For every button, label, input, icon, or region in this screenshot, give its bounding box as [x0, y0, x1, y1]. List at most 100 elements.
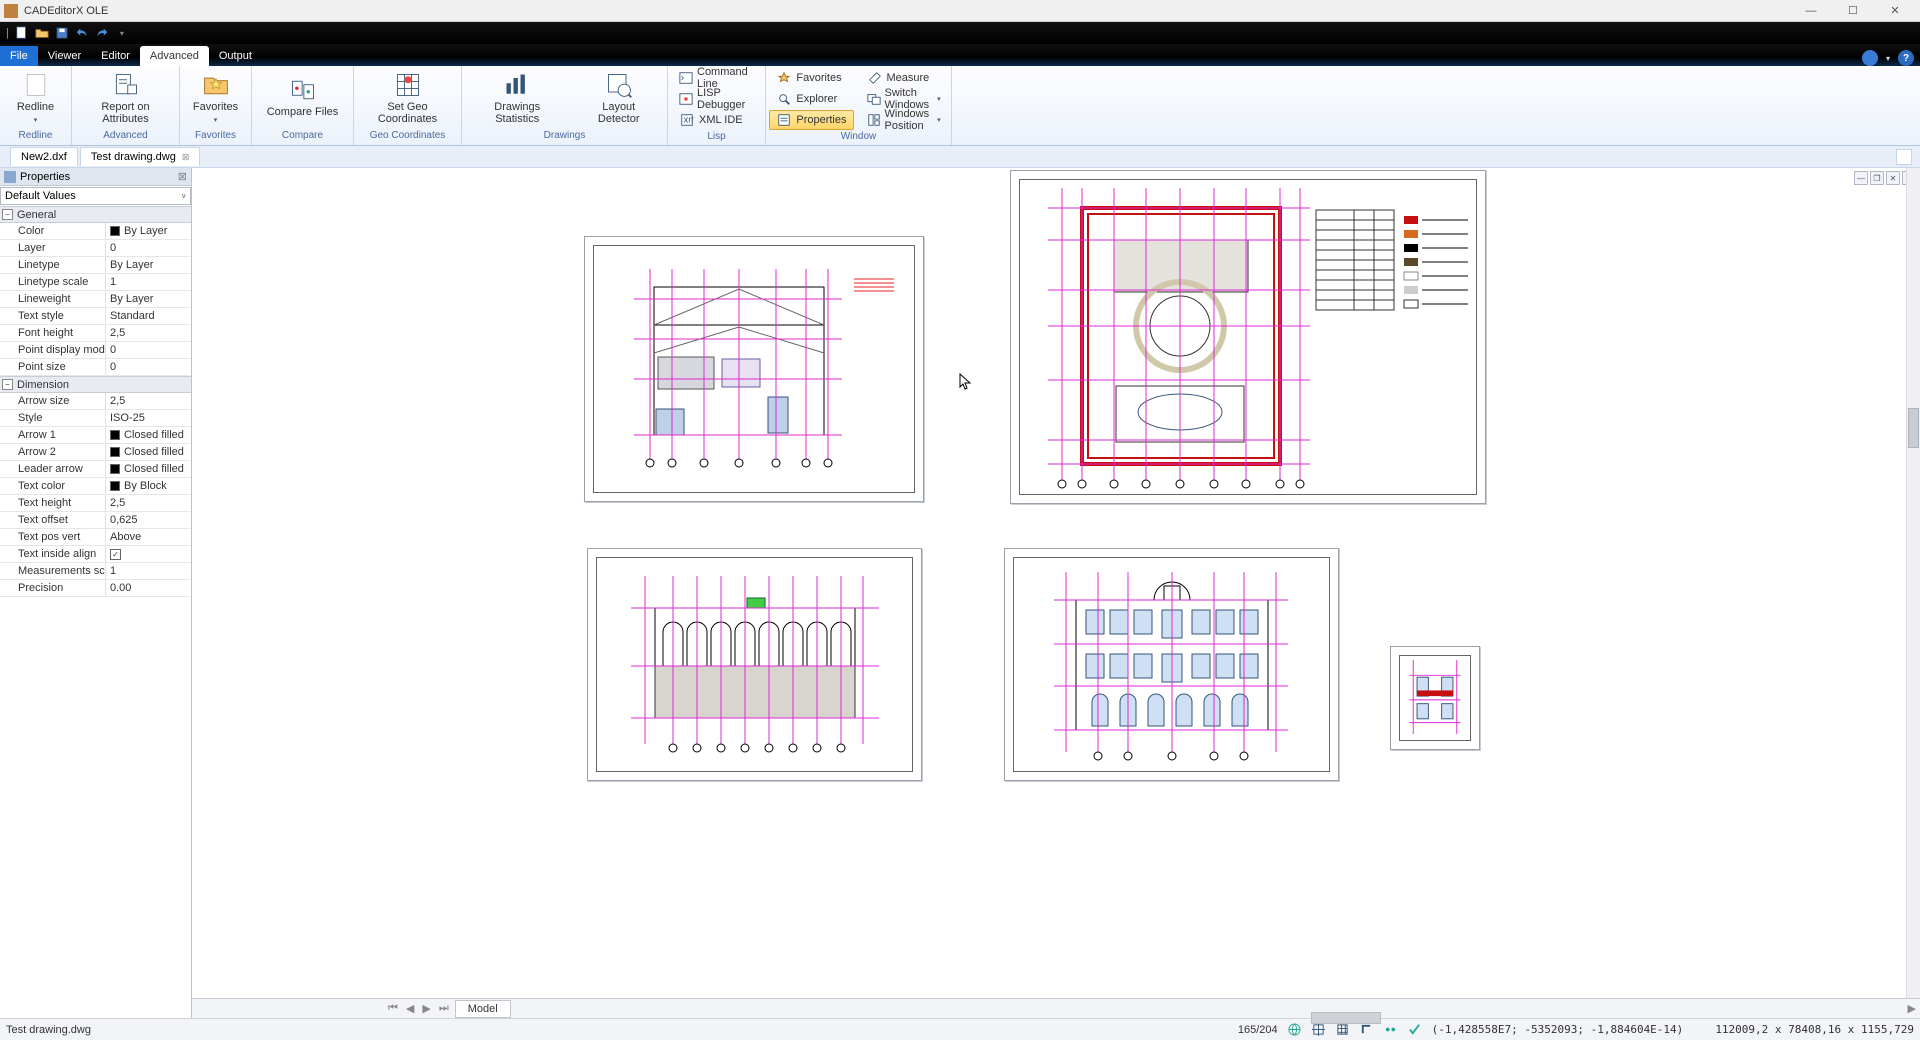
compare-files-button[interactable]: Compare Files [258, 73, 348, 121]
vp-minimize-icon[interactable]: — [1854, 171, 1868, 185]
open-button[interactable] [33, 24, 51, 42]
globe-icon[interactable] [1288, 1023, 1302, 1037]
property-row[interactable]: Text inside align✓ [0, 546, 191, 563]
property-value[interactable]: 2,5 [106, 393, 191, 409]
report-attributes-button[interactable]: Report on Attributes [76, 68, 175, 128]
vertical-scrollbar[interactable] [1906, 168, 1920, 998]
save-button[interactable] [53, 24, 71, 42]
property-value[interactable]: By Layer [106, 257, 191, 273]
scrollbar-thumb[interactable] [1311, 1012, 1381, 1024]
minimize-button[interactable]: — [1790, 1, 1832, 21]
tab-nav-first[interactable]: ⏮ [384, 1000, 402, 1017]
theme-button[interactable] [1862, 50, 1878, 66]
property-value[interactable]: 2,5 [106, 325, 191, 341]
vp-restore-icon[interactable]: ❐ [1870, 171, 1884, 185]
command-line-button[interactable]: Command Line [672, 68, 761, 88]
property-value[interactable]: 2,5 [106, 495, 191, 511]
xml-ide-button[interactable]: xmlXML IDE [672, 110, 761, 130]
tab-nav-right[interactable]: ▶ [1908, 1002, 1916, 1015]
checkbox-icon[interactable]: ✓ [110, 549, 121, 560]
drawing-viewport[interactable]: — ❐ ✕ ˄ [192, 168, 1920, 998]
layout-detector-button[interactable]: Layout Detector [574, 68, 663, 128]
property-row[interactable]: Point display mode0 [0, 342, 191, 359]
property-row[interactable]: Arrow 1Closed filled [0, 427, 191, 444]
property-group-header[interactable]: −General [0, 206, 191, 223]
property-value[interactable]: Closed filled [106, 461, 191, 477]
measure-button[interactable]: Measure [860, 68, 948, 88]
property-value[interactable]: 0 [106, 359, 191, 375]
drawings-statistics-button[interactable]: Drawings Statistics [466, 68, 568, 128]
tab-file[interactable]: File [0, 46, 38, 66]
panel-close-icon[interactable]: ⊠ [178, 170, 187, 183]
property-value[interactable]: By Layer [106, 291, 191, 307]
property-value[interactable]: By Layer [106, 223, 191, 239]
property-row[interactable]: ColorBy Layer [0, 223, 191, 240]
snap-icon[interactable] [1312, 1023, 1326, 1037]
tab-nav-last[interactable]: ⏭ [435, 1000, 453, 1017]
maximize-button[interactable]: ☐ [1832, 1, 1874, 21]
close-tab-icon[interactable]: ⊠ [182, 152, 190, 163]
property-row[interactable]: LinetypeBy Layer [0, 257, 191, 274]
ortho-icon[interactable] [1360, 1023, 1374, 1037]
switch-windows-button[interactable]: Switch Windows▾ [860, 89, 948, 109]
property-value[interactable]: 1 [106, 274, 191, 290]
property-row[interactable]: Text height2,5 [0, 495, 191, 512]
property-row[interactable]: Text styleStandard [0, 308, 191, 325]
property-row[interactable]: Point size0 [0, 359, 191, 376]
favorites-button[interactable]: Favorites ▾ [184, 68, 247, 126]
tab-output[interactable]: Output [209, 46, 262, 66]
property-row[interactable]: Linetype scale1 [0, 274, 191, 291]
properties-button[interactable]: Properties [769, 110, 853, 130]
property-row[interactable]: Font height2,5 [0, 325, 191, 342]
property-value[interactable]: Above [106, 529, 191, 545]
doc-tab[interactable]: Test drawing.dwg⊠ [80, 147, 201, 166]
property-row[interactable]: StyleISO-25 [0, 410, 191, 427]
windows-position-button[interactable]: Windows Position▾ [860, 110, 948, 130]
property-value[interactable]: 0 [106, 342, 191, 358]
doc-overflow-button[interactable] [1896, 149, 1912, 165]
favorites-panel-button[interactable]: Favorites [769, 68, 853, 88]
property-value[interactable]: Closed filled [106, 444, 191, 460]
new-button[interactable] [13, 24, 31, 42]
property-row[interactable]: Precision0.00 [0, 580, 191, 597]
property-value[interactable]: 1 [106, 563, 191, 579]
collapse-icon[interactable]: − [2, 209, 13, 220]
tab-nav-prev[interactable]: ◀ [402, 1000, 418, 1017]
help-button[interactable]: ? [1898, 50, 1914, 66]
tab-editor[interactable]: Editor [91, 46, 140, 66]
snap2-icon[interactable] [1384, 1023, 1398, 1037]
property-row[interactable]: Text colorBy Block [0, 478, 191, 495]
grid-icon[interactable] [1336, 1023, 1350, 1037]
property-value[interactable]: Standard [106, 308, 191, 324]
check-icon[interactable] [1408, 1023, 1422, 1037]
property-row[interactable]: Arrow 2Closed filled [0, 444, 191, 461]
property-row[interactable]: Leader arrowClosed filled [0, 461, 191, 478]
tab-viewer[interactable]: Viewer [38, 46, 91, 66]
vp-close-icon[interactable]: ✕ [1886, 171, 1900, 185]
scrollbar-thumb[interactable] [1908, 408, 1919, 448]
properties-header[interactable]: Properties ⊠ [0, 168, 191, 186]
qat-dropdown[interactable]: ▾ [113, 24, 131, 42]
set-geo-coords-button[interactable]: Set Geo Coordinates [358, 68, 457, 128]
property-row[interactable]: Text pos vertAbove [0, 529, 191, 546]
undo-button[interactable] [73, 24, 91, 42]
property-value[interactable]: Closed filled [106, 427, 191, 443]
lisp-debugger-button[interactable]: LISP Debugger [672, 89, 761, 109]
property-value[interactable]: ISO-25 [106, 410, 191, 426]
collapse-icon[interactable]: − [2, 379, 13, 390]
property-value[interactable]: By Block [106, 478, 191, 494]
property-value[interactable]: 0.00 [106, 580, 191, 596]
tab-nav-next[interactable]: ▶ [418, 1000, 434, 1017]
property-row[interactable]: Text offset0,625 [0, 512, 191, 529]
model-tab[interactable]: Model [455, 1000, 511, 1018]
property-value[interactable]: ✓ [106, 546, 191, 562]
redo-button[interactable] [93, 24, 111, 42]
property-group-header[interactable]: −Dimension [0, 376, 191, 393]
property-row[interactable]: Measurements scale1 [0, 563, 191, 580]
property-row[interactable]: LineweightBy Layer [0, 291, 191, 308]
properties-selector[interactable]: Default Values ˅ [0, 187, 191, 205]
close-button[interactable]: ✕ [1874, 1, 1916, 21]
explorer-button[interactable]: Explorer [769, 89, 853, 109]
property-value[interactable]: 0 [106, 240, 191, 256]
property-row[interactable]: Layer0 [0, 240, 191, 257]
